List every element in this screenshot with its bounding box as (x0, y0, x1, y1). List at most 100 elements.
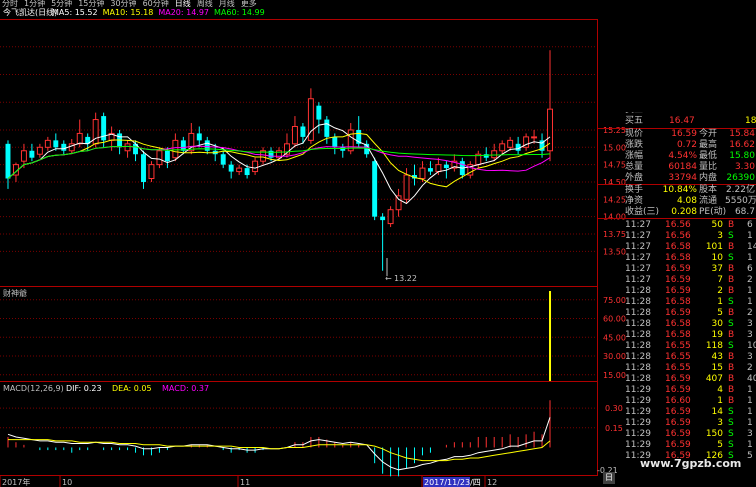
tick-price: 16.58 (665, 319, 691, 329)
kline-legend: 今飞凯达(日线) MA5: 15.52 MA10: 15.18 MA20: 14.9… (3, 7, 265, 17)
trade-tick-row: 11:27 16.56 50 B 6 (597, 220, 756, 231)
period-tab[interactable]: 更多 (241, 0, 257, 8)
date-axis-label: 12 (487, 478, 497, 487)
tick-time: 11:29 (625, 407, 651, 417)
candle (252, 157, 259, 176)
candle (427, 161, 433, 176)
tick-price: 16.59 (665, 308, 691, 318)
tick-price: 16.58 (665, 297, 691, 307)
tick-volume: 5 (717, 308, 723, 318)
period-tab[interactable]: 5分钟 (51, 0, 72, 8)
tick-time: 11:29 (625, 385, 651, 395)
candle (148, 161, 155, 182)
trade-tick-row: 11:27 16.59 37 B 6 (597, 264, 756, 275)
tick-price: 16.59 (665, 440, 691, 450)
tick-count: 1 (747, 385, 753, 395)
indicator-grid (0, 299, 597, 376)
period-tab[interactable]: 15分钟 (78, 0, 104, 8)
stat-label: 股本 (699, 185, 718, 195)
stat-value: 60184 (668, 162, 697, 172)
indicator-bars (549, 291, 552, 381)
candle (156, 147, 163, 169)
macd-title: MACD(12,26,9) (3, 384, 64, 393)
candle (499, 140, 506, 155)
kline-title: 今飞凯达(日线) (3, 7, 57, 17)
trade-tick-row: 11:28 16.59 5 B 2 (597, 308, 756, 319)
trade-tick-row: 11:28 16.55 43 B 3 (597, 352, 756, 363)
tick-count: 3 (747, 352, 753, 362)
tick-price: 16.59 (665, 264, 691, 274)
tick-volume: 1 (717, 297, 723, 307)
ma-legend-item: MA5: 15.52 (52, 8, 98, 17)
tick-volume: 14 (711, 407, 723, 417)
svg-text:←: ← (385, 274, 392, 283)
stat-value: 10.84% (662, 185, 697, 195)
stat-value: 16.62 (729, 140, 755, 150)
tick-time: 11:28 (625, 352, 651, 362)
tick-side: B (728, 363, 735, 373)
stat-label: 现价 (625, 129, 644, 139)
tick-time: 11:27 (625, 231, 651, 241)
tick-volume: 1 (717, 396, 723, 406)
candle (467, 161, 474, 179)
tick-time: 11:29 (625, 440, 651, 450)
trade-tick-row: 11:29 16.60 1 B 1 (597, 396, 756, 407)
tick-volume: 150 (705, 429, 723, 439)
tick-side: S (728, 407, 734, 417)
candle (395, 188, 402, 217)
tick-price: 16.59 (665, 275, 691, 285)
period-tab[interactable]: 分时 (2, 0, 18, 8)
tick-volume: 407 (705, 374, 723, 384)
price-grid (0, 46, 597, 252)
tick-count: 3 (747, 319, 753, 329)
macd-histogram-value: MACD: 0.37 (162, 384, 209, 393)
period-tab[interactable]: 60分钟 (143, 0, 169, 8)
tick-volume: 3 (717, 231, 723, 241)
tick-side: B (728, 330, 735, 340)
tick-price: 16.55 (665, 341, 691, 351)
tick-count: 3 (747, 429, 753, 439)
tick-price: 16.59 (665, 418, 691, 428)
stat-value: 33794 (668, 173, 697, 183)
candle (36, 143, 43, 158)
trade-tick-row: 11:28 16.58 19 B 3 (597, 330, 756, 341)
quote-stat-row: 涨幅 4.54% 最低 15.80 (597, 151, 756, 162)
candle (92, 112, 99, 148)
tick-price: 16.55 (665, 352, 691, 362)
tick-time: 11:28 (625, 363, 651, 373)
candle (53, 133, 59, 151)
period-tab[interactable]: 周线 (197, 0, 213, 8)
period-tab[interactable]: 日线 (175, 0, 191, 8)
tick-side: B (728, 286, 735, 296)
tick-time: 11:27 (625, 220, 651, 230)
stat-value: 4.08 (676, 196, 697, 206)
period-tab[interactable]: 30分钟 (110, 0, 136, 8)
tick-volume: 118 (705, 341, 723, 351)
stat-label: 流通 (699, 196, 718, 206)
ma-legend-item: MA20: 14.97 (158, 8, 209, 17)
candle (29, 143, 35, 162)
tick-time: 11:28 (625, 286, 651, 296)
stat-label: 涨幅 (625, 151, 644, 161)
tick-side: B (728, 264, 735, 274)
period-toolbar[interactable]: 分时 1分钟 5分钟 15分钟 30分钟 60分钟 日线 周线 月线 更多 (2, 0, 257, 8)
tick-time: 11:28 (625, 341, 651, 351)
right-panel-scroll-tab[interactable]: 日 (603, 472, 615, 484)
tick-count: 2 (747, 275, 753, 285)
stat-value: 26390 (726, 173, 755, 183)
period-tab[interactable]: 1分钟 (24, 0, 45, 8)
tick-count: 1 (747, 418, 753, 428)
candle (507, 136, 514, 151)
tick-time: 11:27 (625, 264, 651, 274)
date-axis-label: 2017年 (2, 477, 30, 487)
tick-count: 6 (747, 220, 753, 230)
watermark: www.7gpzb.com (640, 457, 742, 470)
tick-time: 11:27 (625, 253, 651, 263)
low-price-annotation: ← 13.22 (385, 258, 417, 283)
tick-volume: 15 (711, 363, 723, 373)
period-tab[interactable]: 月线 (219, 0, 235, 8)
tick-volume: 3 (717, 418, 723, 428)
tick-price: 16.60 (665, 396, 691, 406)
stat-value: 15.84 (729, 129, 755, 139)
tick-price: 16.59 (665, 429, 691, 439)
